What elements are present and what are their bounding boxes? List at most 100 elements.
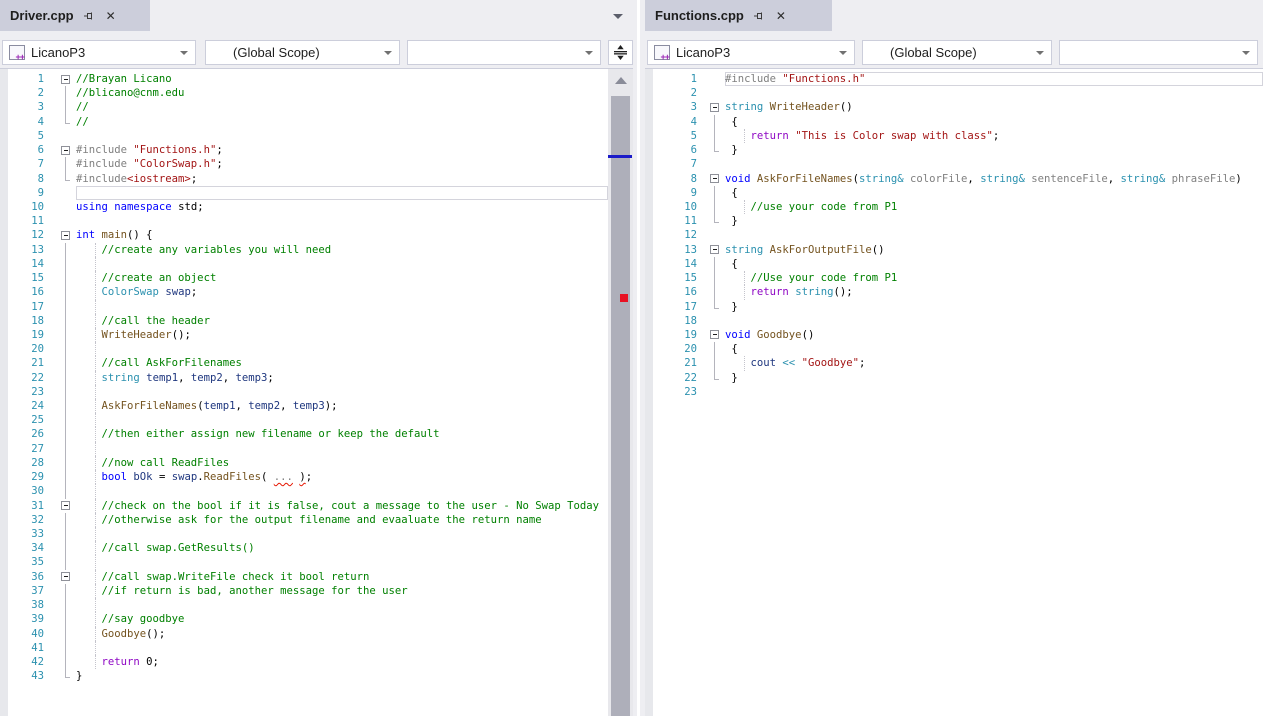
code-line[interactable]: 42 return 0; [0,655,608,669]
code-line[interactable]: 5 return "This is Color swap with class"… [645,129,1263,143]
code-text[interactable]: //then either assign new filename or kee… [76,427,608,441]
code-line[interactable]: 23 [0,385,608,399]
code-text[interactable]: //call swap.GetResults() [76,541,608,555]
code-text[interactable] [76,385,608,399]
member-combobox[interactable] [407,40,601,65]
code-line[interactable]: 20 { [645,342,1263,356]
code-text[interactable] [76,641,608,655]
code-text[interactable]: cout << "Goodbye"; [725,356,1263,370]
code-text[interactable] [76,527,608,541]
code-line[interactable]: 30 [0,484,608,498]
code-line[interactable]: 19void Goodbye() [645,328,1263,342]
code-line[interactable]: 8#include<iostream>; [0,172,608,186]
close-icon[interactable]: ✕ [104,9,118,23]
code-line[interactable]: 12 [645,228,1263,242]
code-text[interactable]: string temp1, temp2, temp3; [76,371,608,385]
code-line[interactable]: 28 //now call ReadFiles [0,456,608,470]
code-text[interactable] [725,86,1263,100]
code-text[interactable] [725,157,1263,171]
code-text[interactable] [725,314,1263,328]
fold-collapse-button[interactable] [60,570,72,584]
code-line[interactable]: 10using namespace std; [0,200,608,214]
code-line[interactable]: 18 //call the header [0,314,608,328]
code-text[interactable]: string WriteHeader() [725,100,1263,114]
current-line[interactable] [76,186,608,200]
current-line[interactable]: #include "Functions.h" [725,72,1263,86]
code-text[interactable]: int main() { [76,228,608,242]
code-line[interactable]: 13 //create any variables you will need [0,243,608,257]
close-icon[interactable]: ✕ [774,9,788,23]
code-text[interactable]: //otherwise ask for the output filename … [76,513,608,527]
code-line[interactable]: 12int main() { [0,228,608,242]
vertical-scrollbar[interactable] [608,69,633,716]
code-text[interactable]: string AskForOutputFile() [725,243,1263,257]
code-line[interactable]: 23 [645,385,1263,399]
code-text[interactable] [76,214,608,228]
fold-collapse-button[interactable] [60,143,72,157]
code-text[interactable]: } [76,669,608,683]
code-text[interactable]: ColorSwap swap; [76,285,608,299]
code-line[interactable]: 21 cout << "Goodbye"; [645,356,1263,370]
code-line[interactable]: 38 [0,598,608,612]
code-line[interactable]: 22 } [645,371,1263,385]
code-line[interactable]: 8void AskForFileNames(string& colorFile,… [645,172,1263,186]
fold-collapse-button[interactable] [709,100,721,114]
code-line[interactable]: 32 //otherwise ask for the output filena… [0,513,608,527]
code-line[interactable]: 19 WriteHeader(); [0,328,608,342]
code-line[interactable]: 33 [0,527,608,541]
code-line[interactable]: 43} [0,669,608,683]
code-text[interactable]: { [725,257,1263,271]
code-editor[interactable]: 1//Brayan Licano2//blicano@cnm.edu3//4//… [0,69,608,716]
fold-collapse-button[interactable] [60,72,72,86]
code-text[interactable] [76,342,608,356]
code-text[interactable]: } [725,300,1263,314]
code-text[interactable]: //blicano@cnm.edu [76,86,608,100]
tab-functions-cpp[interactable]: Functions.cpp ✕ [645,0,832,31]
code-line[interactable]: 4// [0,115,608,129]
tab-driver-cpp[interactable]: Driver.cpp ✕ [0,0,150,31]
code-line[interactable]: 26 //then either assign new filename or … [0,427,608,441]
code-line[interactable]: 29 bool bOk = swap.ReadFiles( ... ); [0,470,608,484]
code-line[interactable]: 15 //create an object [0,271,608,285]
code-text[interactable] [76,442,608,456]
code-text[interactable] [76,129,608,143]
code-line[interactable]: 16 ColorSwap swap; [0,285,608,299]
code-text[interactable]: // [76,115,608,129]
code-line[interactable]: 21 //call AskForFilenames [0,356,608,370]
code-line[interactable]: 20 [0,342,608,356]
member-combobox[interactable] [1059,40,1258,65]
code-line[interactable]: 41 [0,641,608,655]
code-text[interactable]: } [725,214,1263,228]
code-line[interactable]: 14 { [645,257,1263,271]
pin-icon[interactable] [753,10,765,22]
document-dropdown-icon[interactable] [613,14,623,19]
fold-collapse-button[interactable] [709,172,721,186]
code-line[interactable]: 11 } [645,214,1263,228]
code-text[interactable]: bool bOk = swap.ReadFiles( ... ); [76,470,608,484]
code-line[interactable]: 3// [0,100,608,114]
code-text[interactable] [725,228,1263,242]
code-line[interactable]: 14 [0,257,608,271]
code-line[interactable]: 34 //call swap.GetResults() [0,541,608,555]
code-line[interactable]: 7 [645,157,1263,171]
code-line[interactable]: 24 AskForFileNames(temp1, temp2, temp3); [0,399,608,413]
code-text[interactable]: //say goodbye [76,612,608,626]
code-text[interactable]: return string(); [725,285,1263,299]
code-text[interactable]: //Brayan Licano [76,72,608,86]
code-text[interactable]: // [76,100,608,114]
code-text[interactable]: Goodbye(); [76,627,608,641]
code-text[interactable]: using namespace std; [76,200,608,214]
project-combobox[interactable]: LicanoP3 [647,40,855,65]
code-text[interactable] [76,598,608,612]
code-line[interactable]: 36 //call swap.WriteFile check it bool r… [0,570,608,584]
fold-collapse-button[interactable] [60,228,72,242]
code-text[interactable]: //use your code from P1 [725,200,1263,214]
code-line[interactable]: 5 [0,129,608,143]
code-line[interactable]: 37 //if return is bad, another message f… [0,584,608,598]
code-line[interactable]: 17 } [645,300,1263,314]
code-line[interactable]: 9 { [645,186,1263,200]
code-text[interactable] [76,413,608,427]
code-line[interactable]: 13string AskForOutputFile() [645,243,1263,257]
code-text[interactable]: #include<iostream>; [76,172,608,186]
code-line[interactable]: 27 [0,442,608,456]
